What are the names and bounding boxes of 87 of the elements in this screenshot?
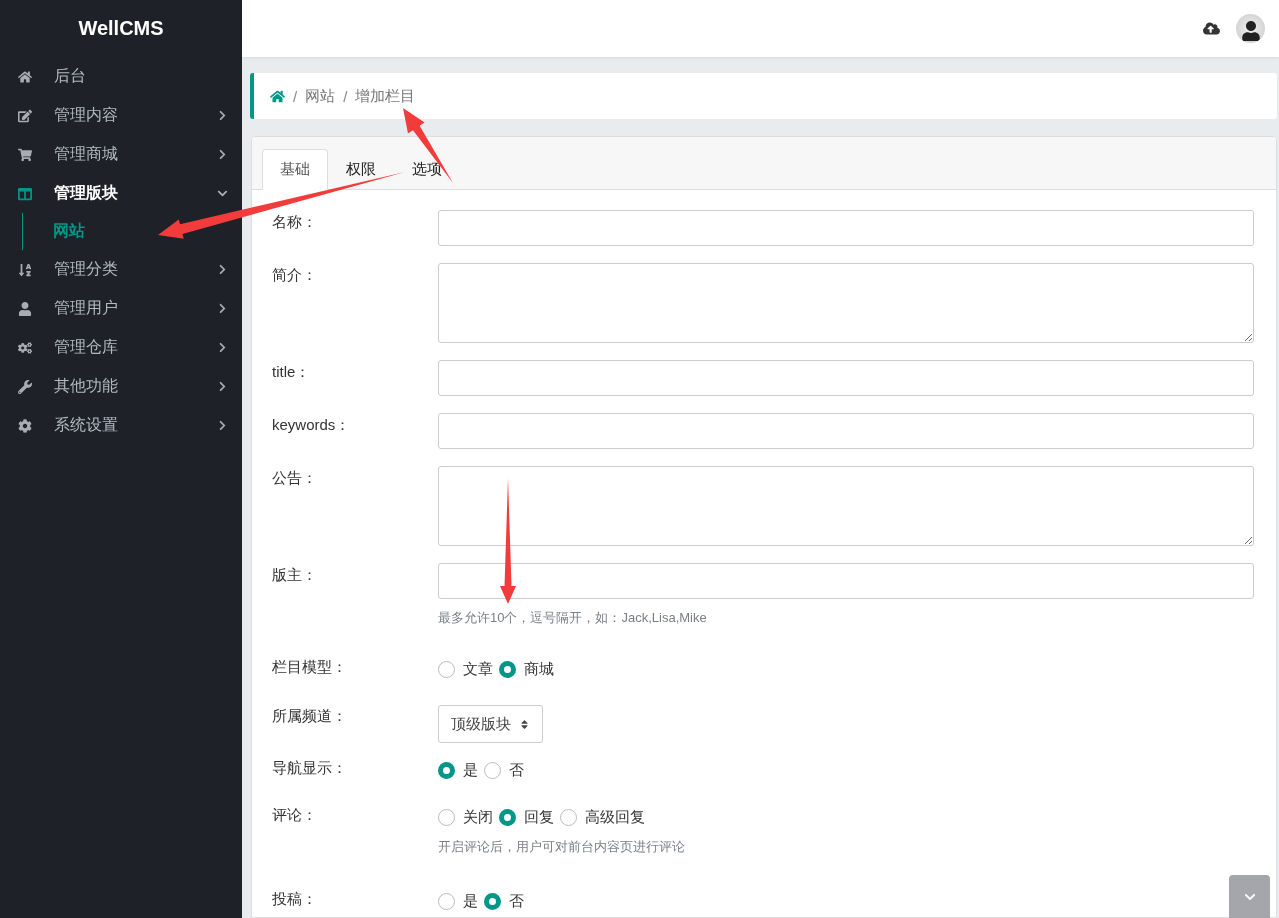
home-icon[interactable] [270, 88, 285, 104]
text-field[interactable] [438, 563, 1254, 599]
columns-icon [18, 186, 32, 201]
radio-button[interactable] [560, 808, 577, 826]
text-field[interactable] [438, 360, 1254, 396]
sidebar-label: 管理用户 [54, 298, 119, 318]
wrench-icon [18, 379, 32, 394]
sidebar-item[interactable]: 管理分类 [0, 250, 242, 289]
radio-button[interactable] [438, 892, 455, 910]
radio-button[interactable] [438, 761, 455, 779]
field-label: 版主： [272, 565, 318, 585]
text-area[interactable] [438, 466, 1254, 546]
sidebar-label: 后台 [54, 66, 87, 86]
scroll-down-button[interactable] [1229, 875, 1270, 918]
chevron-down-icon [217, 188, 228, 199]
submenu-item[interactable]: 网站 [23, 213, 242, 250]
field-label: 简介： [272, 265, 318, 285]
sidebar-label: 管理分类 [54, 259, 119, 279]
text-field[interactable] [438, 210, 1254, 246]
tab[interactable]: 选项 [394, 149, 460, 190]
sidebar-item[interactable]: 管理内容 [0, 96, 242, 135]
chevron-right-icon [217, 303, 228, 314]
hint-text: 开启评论后，用户可对前台内容页进行评论 [438, 838, 686, 856]
field-label: 栏目模型： [272, 658, 348, 677]
radio-option[interactable]: 高级回复 [560, 807, 645, 827]
text-area[interactable] [438, 263, 1254, 343]
radio-option[interactable]: 回复 [499, 807, 554, 827]
chevron-right-icon [217, 381, 228, 392]
hint-text: 最多允许10个，逗号隔开，如：Jack,Lisa,Mike [438, 609, 708, 627]
radio-option[interactable]: 否 [484, 760, 524, 780]
sidebar-item[interactable]: 后台 [0, 57, 242, 96]
sidebar-label: 系统设置 [54, 415, 119, 435]
radio-option[interactable]: 是 [438, 760, 478, 780]
chevron-right-icon [217, 110, 228, 121]
sidebar-label: 管理商城 [54, 144, 119, 164]
breadcrumb-current: 增加栏目 [355, 86, 416, 106]
breadcrumb-separator: / [293, 87, 298, 105]
sidebar-item[interactable]: 其他功能 [0, 367, 242, 406]
sidebar-item[interactable]: 管理商城 [0, 135, 242, 174]
field-label: 投稿： [272, 890, 318, 909]
tab[interactable]: 权限 [328, 149, 394, 190]
field-label: 名称： [272, 212, 318, 232]
sidebar-label: 管理内容 [54, 105, 119, 125]
home-icon [18, 69, 32, 84]
sidebar-item[interactable]: 管理用户 [0, 289, 242, 328]
gears-icon [18, 340, 32, 355]
radio-button[interactable] [438, 660, 455, 678]
radio-option[interactable]: 文章 [438, 659, 493, 679]
sort-icon [18, 262, 32, 277]
radio-option[interactable]: 关闭 [438, 807, 493, 827]
field-label: 评论： [272, 806, 318, 825]
sidebar-item[interactable]: 管理仓库 [0, 328, 242, 367]
chevron-right-icon [217, 342, 228, 353]
chevron-right-icon [217, 149, 228, 160]
brand-logo[interactable]: WellCMS [0, 0, 242, 57]
avatar[interactable] [1236, 14, 1265, 43]
field-label: 所属频道： [272, 706, 348, 726]
breadcrumb-separator: / [343, 87, 348, 105]
sidebar-label: 管理仓库 [54, 337, 119, 357]
radio-button[interactable] [499, 660, 516, 678]
field-label: 公告： [272, 468, 318, 488]
radio-button[interactable] [438, 808, 455, 826]
cart-icon [18, 147, 32, 162]
sidebar-label: 其他功能 [54, 376, 119, 396]
radio-button[interactable] [484, 761, 501, 779]
user-icon [18, 301, 32, 316]
field-label: title： [272, 362, 312, 382]
sidebar-item[interactable]: 系统设置 [0, 406, 242, 445]
field-label: keywords： [272, 415, 352, 435]
pencil-icon [18, 108, 32, 123]
chevron-right-icon [217, 264, 228, 275]
tab[interactable]: 基础 [262, 149, 328, 190]
radio-button[interactable] [499, 808, 516, 826]
radio-button[interactable] [484, 892, 501, 910]
field-label: 导航显示： [272, 759, 348, 778]
radio-option[interactable]: 否 [484, 891, 524, 911]
chevron-right-icon [217, 420, 228, 431]
radio-option[interactable]: 商城 [499, 659, 554, 679]
radio-option[interactable]: 是 [438, 891, 478, 911]
settings-icon [18, 418, 32, 433]
sidebar-label: 管理版块 [54, 183, 119, 203]
breadcrumb-link[interactable]: 网站 [305, 86, 336, 106]
sidebar-item[interactable]: 管理版块 [0, 174, 242, 213]
select-field[interactable]: 顶级版块 [438, 705, 543, 743]
cloud-upload-icon[interactable] [1203, 20, 1220, 37]
text-field[interactable] [438, 413, 1254, 449]
sort-icon [519, 718, 530, 730]
